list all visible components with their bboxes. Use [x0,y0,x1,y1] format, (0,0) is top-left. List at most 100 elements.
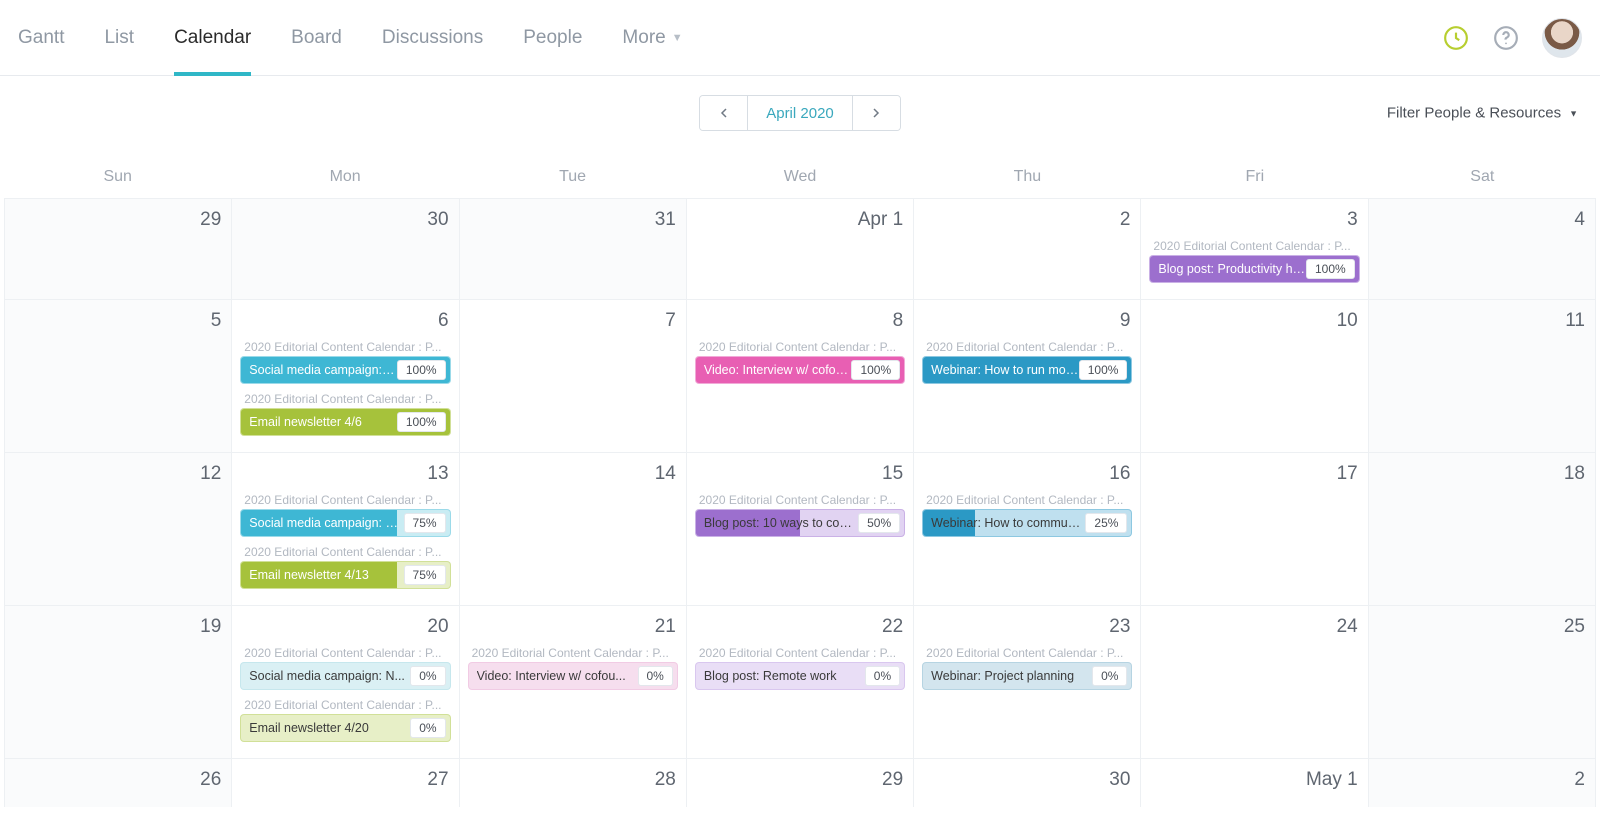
calendar-cell[interactable]: 202020 Editorial Content Calendar : P...… [232,605,459,758]
calendar-cell[interactable]: 32020 Editorial Content Calendar : P...B… [1141,198,1368,299]
event-percent: 0% [410,718,445,738]
event-bar[interactable]: Blog post: Productivity ha...100% [1149,255,1359,283]
tab-calendar[interactable]: Calendar [174,0,251,75]
calendar-event[interactable]: 2020 Editorial Content Calendar : P...Em… [240,543,450,589]
calendar-event[interactable]: 2020 Editorial Content Calendar : P...Bl… [695,644,905,690]
calendar-cell[interactable]: 28 [460,758,687,807]
event-project-label: 2020 Editorial Content Calendar : P... [695,338,905,356]
calendar-cell[interactable]: 30 [914,758,1141,807]
next-month-button[interactable] [852,96,900,130]
day-number: 6 [240,308,450,338]
calendar-cell[interactable]: 25 [1369,605,1596,758]
month-label[interactable]: April 2020 [748,96,852,130]
calendar-cell[interactable]: 24 [1141,605,1368,758]
calendar-cell[interactable]: 29 [5,198,232,299]
event-bar[interactable]: Email newsletter 4/200% [240,714,450,742]
calendar-event[interactable]: 2020 Editorial Content Calendar : P...Em… [240,390,450,436]
calendar-event[interactable]: 2020 Editorial Content Calendar : P...We… [922,644,1132,690]
calendar-event[interactable]: 2020 Editorial Content Calendar : P...Vi… [468,644,678,690]
tab-gantt[interactable]: Gantt [18,0,64,75]
dow-label: Thu [914,168,1141,186]
prev-month-button[interactable] [700,96,748,130]
event-bar[interactable]: Webinar: How to communi...25% [922,509,1132,537]
calendar-event[interactable]: 2020 Editorial Content Calendar : P...Em… [240,696,450,742]
calendar-event[interactable]: 2020 Editorial Content Calendar : P...So… [240,338,450,384]
calendar-cell[interactable]: 11 [1369,299,1596,452]
tab-list[interactable]: List [104,0,134,75]
calendar-cell[interactable]: May 1 [1141,758,1368,807]
event-bar[interactable]: Email newsletter 4/6100% [240,408,450,436]
event-title: Email newsletter 4/13 [249,568,403,582]
calendar-cell[interactable]: 18 [1369,452,1596,605]
clock-icon[interactable] [1442,24,1470,52]
calendar-cell[interactable]: 29 [687,758,914,807]
event-percent: 100% [851,360,900,380]
calendar-cell[interactable]: 2 [914,198,1141,299]
calendar-cell[interactable]: 152020 Editorial Content Calendar : P...… [687,452,914,605]
calendar-cell[interactable]: 222020 Editorial Content Calendar : P...… [687,605,914,758]
calendar-cell[interactable]: 12 [5,452,232,605]
calendar-event[interactable]: 2020 Editorial Content Calendar : P...So… [240,644,450,690]
day-number: 9 [922,308,1132,338]
calendar-cell[interactable]: 212020 Editorial Content Calendar : P...… [460,605,687,758]
calendar-cell[interactable]: 14 [460,452,687,605]
day-number: 29 [13,207,223,237]
calendar-cell[interactable]: 31 [460,198,687,299]
calendar-cell[interactable]: 92020 Editorial Content Calendar : P...W… [914,299,1141,452]
calendar-cell[interactable]: 82020 Editorial Content Calendar : P...V… [687,299,914,452]
calendar-event[interactable]: 2020 Editorial Content Calendar : P...So… [240,491,450,537]
tab-people[interactable]: People [523,0,582,75]
filter-people-resources[interactable]: Filter People & Resources ▼ [1387,105,1578,122]
day-number: 2 [1377,767,1587,797]
day-number: 21 [468,614,678,644]
calendar-cell[interactable]: 7 [460,299,687,452]
event-percent: 0% [865,666,900,686]
calendar-event[interactable]: 2020 Editorial Content Calendar : P...Bl… [695,491,905,537]
calendar-cell[interactable]: 19 [5,605,232,758]
calendar-event[interactable]: 2020 Editorial Content Calendar : P...We… [922,491,1132,537]
calendar-cell[interactable]: 10 [1141,299,1368,452]
event-bar[interactable]: Blog post: 10 ways to com...50% [695,509,905,537]
calendar-cell[interactable]: 5 [5,299,232,452]
calendar-cell[interactable]: 26 [5,758,232,807]
calendar-cell[interactable]: 62020 Editorial Content Calendar : P...S… [232,299,459,452]
event-percent: 25% [1085,513,1127,533]
day-number: 16 [922,461,1132,491]
event-bar[interactable]: Video: Interview w/ cofou...0% [468,662,678,690]
avatar[interactable] [1542,18,1582,58]
calendar-cell[interactable]: 30 [232,198,459,299]
calendar-event[interactable]: 2020 Editorial Content Calendar : P...Bl… [1149,237,1359,283]
event-bar[interactable]: Social media campaign: W...100% [240,356,450,384]
calendar: SunMonTueWedThuFriSat 293031Apr 1232020 … [0,150,1600,817]
help-icon[interactable] [1492,24,1520,52]
day-number: 23 [922,614,1132,644]
event-project-label: 2020 Editorial Content Calendar : P... [1149,237,1359,255]
day-number: 18 [1377,461,1587,491]
calendar-cell[interactable]: 2 [1369,758,1596,807]
day-number: 2 [922,207,1132,237]
day-number: 19 [13,614,223,644]
calendar-cell[interactable]: 17 [1141,452,1368,605]
event-bar[interactable]: Webinar: How to run more...100% [922,356,1132,384]
calendar-cell[interactable]: 132020 Editorial Content Calendar : P...… [232,452,459,605]
calendar-event[interactable]: 2020 Editorial Content Calendar : P...We… [922,338,1132,384]
day-number: 25 [1377,614,1587,644]
event-title: Blog post: Remote work [704,669,865,683]
event-bar[interactable]: Email newsletter 4/1375% [240,561,450,589]
calendar-cell[interactable]: 232020 Editorial Content Calendar : P...… [914,605,1141,758]
chevron-down-icon: ▼ [1569,108,1578,118]
event-bar[interactable]: Blog post: Remote work0% [695,662,905,690]
event-bar[interactable]: Video: Interview w/ cofou...100% [695,356,905,384]
event-bar[interactable]: Webinar: Project planning0% [922,662,1132,690]
event-bar[interactable]: Social media campaign: Pr...75% [240,509,450,537]
tab-board[interactable]: Board [291,0,342,75]
tab-more[interactable]: More▼ [622,0,682,75]
calendar-cell[interactable]: 27 [232,758,459,807]
event-bar[interactable]: Social media campaign: N...0% [240,662,450,690]
calendar-cell[interactable]: 162020 Editorial Content Calendar : P...… [914,452,1141,605]
day-number: 29 [695,767,905,797]
calendar-event[interactable]: 2020 Editorial Content Calendar : P...Vi… [695,338,905,384]
tab-discussions[interactable]: Discussions [382,0,483,75]
calendar-cell[interactable]: 4 [1369,198,1596,299]
calendar-cell[interactable]: Apr 1 [687,198,914,299]
